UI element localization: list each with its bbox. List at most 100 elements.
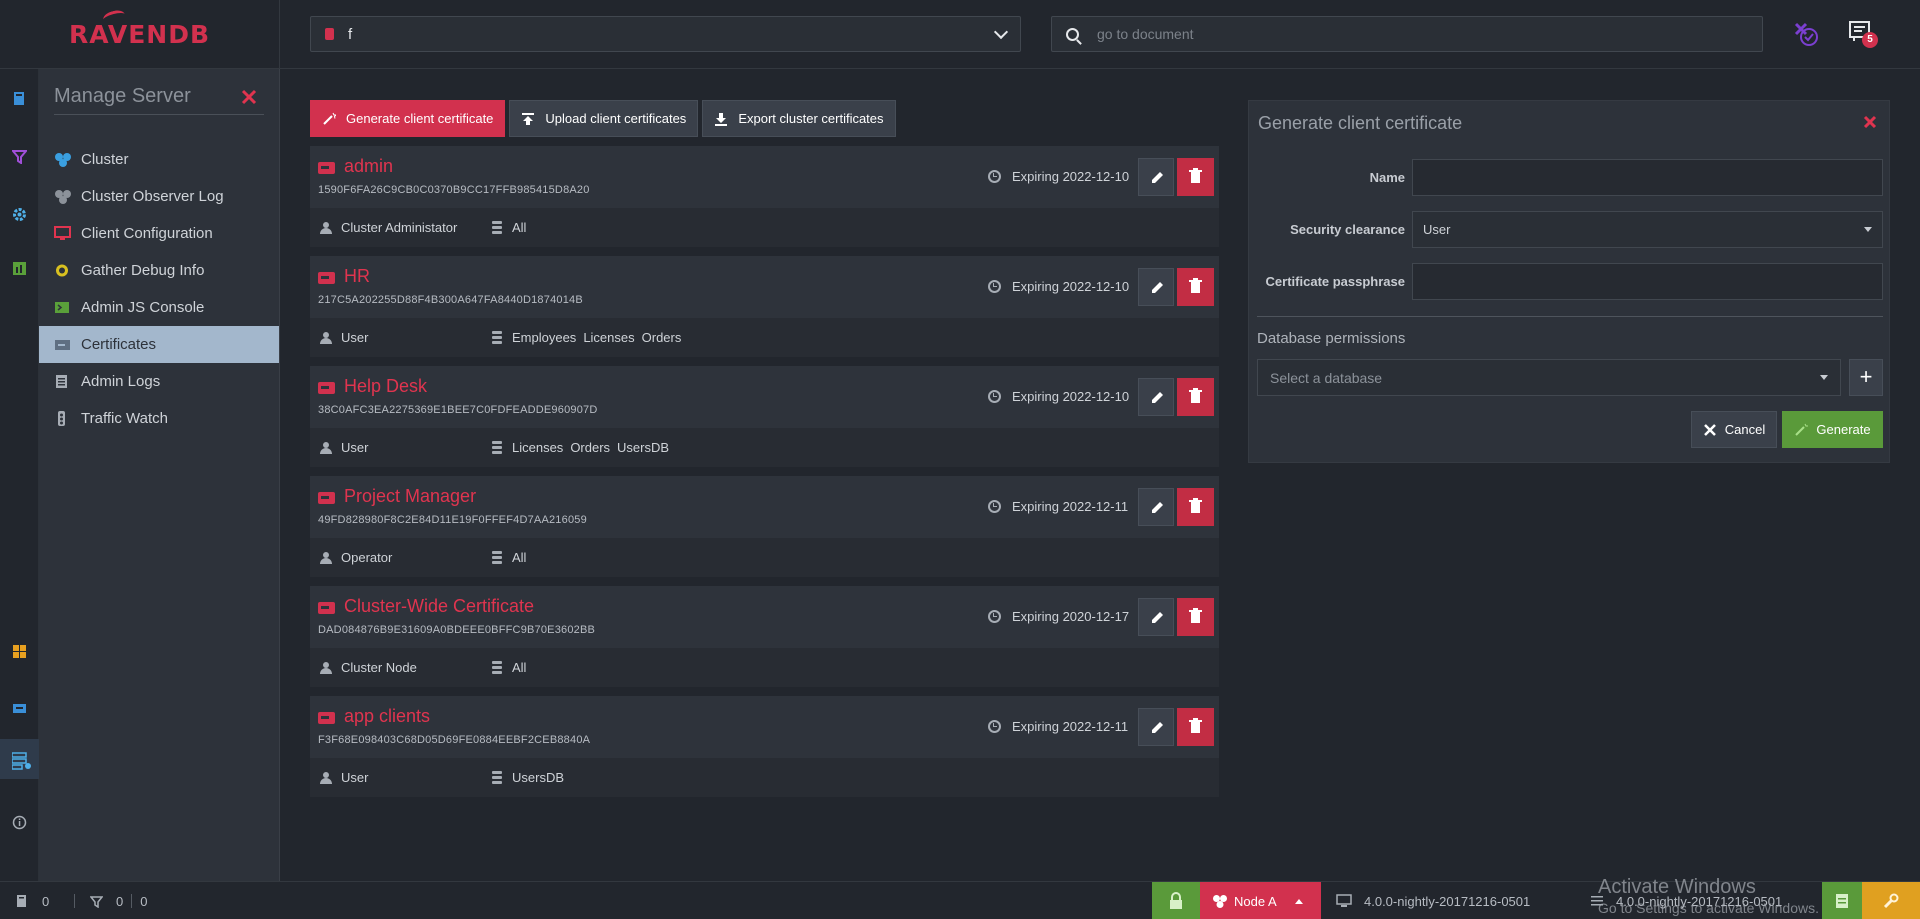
- certificate-passphrase-input[interactable]: [1412, 263, 1883, 300]
- node-selector[interactable]: Node A: [1200, 882, 1321, 919]
- certificate-icon: [318, 382, 335, 394]
- certificate-details: User Licenses Orders UsersDB: [310, 428, 1219, 467]
- delete-certificate-button[interactable]: [1177, 268, 1214, 306]
- edit-certificate-button[interactable]: [1138, 708, 1174, 746]
- certificate-name[interactable]: admin: [344, 156, 393, 177]
- certificate-name[interactable]: Cluster-Wide Certificate: [344, 596, 534, 617]
- status-docs[interactable]: 0: [16, 882, 49, 919]
- menu-item-certificates[interactable]: Certificates: [39, 326, 279, 363]
- caret-down-icon: [1864, 227, 1872, 232]
- certificate-row: Project Manager 49FD828980F8C2E84D11E19F0…: [310, 476, 1219, 577]
- edit-certificate-button[interactable]: [1138, 378, 1174, 416]
- database-selector[interactable]: f: [310, 16, 1021, 52]
- license-button[interactable]: [1822, 882, 1862, 919]
- about-server-icon[interactable]: [12, 701, 27, 716]
- generate-button[interactable]: Generate: [1782, 411, 1883, 448]
- certificate-expiry: Expiring 2022-12-10: [1012, 389, 1130, 404]
- manage-server-icon[interactable]: [11, 752, 31, 770]
- certificate-clearance: User: [341, 440, 369, 455]
- generate-client-certificate-button[interactable]: Generate client certificate: [310, 100, 506, 137]
- database-permission-tag: Employees: [512, 330, 577, 345]
- edit-certificate-button[interactable]: [1138, 158, 1174, 196]
- export-cluster-certificates-button[interactable]: Export cluster certificates: [702, 100, 896, 137]
- stats-icon[interactable]: [12, 261, 27, 276]
- delete-certificate-button[interactable]: [1177, 378, 1214, 416]
- download-icon: [714, 112, 728, 126]
- status-indexes[interactable]: 0 0: [90, 882, 147, 919]
- pencil-icon: [1152, 612, 1163, 623]
- menu-item-gather-debug-info[interactable]: Gather Debug Info: [39, 252, 279, 289]
- support-button[interactable]: [1862, 882, 1920, 919]
- name-input[interactable]: [1412, 159, 1883, 196]
- console-icon: [54, 300, 72, 315]
- trash-icon: [1189, 388, 1202, 403]
- certificate-header: admin 1590F6FA26C9CB0C0370B9CC17FFB985415…: [310, 146, 1219, 208]
- database-permission-tag: Licenses: [512, 440, 564, 455]
- delete-certificate-button[interactable]: [1177, 598, 1214, 636]
- menu-item-label: Client Configuration: [81, 225, 213, 242]
- info-icon[interactable]: [12, 815, 27, 830]
- security-clearance-select[interactable]: User: [1412, 211, 1883, 248]
- database-permission-tag: All: [512, 220, 527, 235]
- export-cluster-certificates-label: Export cluster certificates: [738, 111, 884, 126]
- menu-item-traffic-watch[interactable]: Traffic Watch: [39, 400, 279, 437]
- menu-item-admin-logs[interactable]: Admin Logs: [39, 363, 279, 400]
- edit-certificate-button[interactable]: [1138, 598, 1174, 636]
- certificate-row: admin 1590F6FA26C9CB0C0370B9CC17FFB985415…: [310, 146, 1219, 247]
- upload-client-certificates-button[interactable]: Upload client certificates: [509, 100, 699, 137]
- certificate-name[interactable]: Help Desk: [344, 376, 427, 397]
- traffic-icon: [54, 411, 72, 426]
- add-permission-button[interactable]: +: [1849, 359, 1883, 396]
- logo-text: RAVENDB: [68, 20, 211, 49]
- cancel-button[interactable]: Cancel: [1691, 411, 1777, 448]
- certificate-thumbprint: 38C0AFC3EA2275369E1BEE7C0FDFEADDE960907D: [318, 404, 598, 416]
- menu-item-label: Admin JS Console: [81, 299, 205, 316]
- close-icon[interactable]: [1861, 113, 1879, 131]
- settings-gear-icon[interactable]: [12, 207, 27, 222]
- certificate-name[interactable]: HR: [344, 266, 370, 287]
- delete-certificate-button[interactable]: [1177, 488, 1214, 526]
- database-icon: [492, 661, 502, 674]
- documents-icon[interactable]: [12, 91, 27, 106]
- delete-certificate-button[interactable]: [1177, 158, 1214, 196]
- caret-up-icon: [1294, 898, 1303, 904]
- database-icon: [492, 441, 502, 454]
- certificate-expiry: Expiring 2022-12-11: [1012, 499, 1129, 514]
- document-search-input[interactable]: [1097, 26, 1748, 42]
- menu-item-client-configuration[interactable]: Client Configuration: [39, 215, 279, 252]
- clock-icon: [988, 390, 1001, 403]
- panel-title: Generate client certificate: [1258, 113, 1463, 133]
- certificate-icon: [318, 712, 335, 724]
- notifications-icon[interactable]: 5: [1848, 20, 1878, 50]
- server-version[interactable]: 4.0.0-nightly-20171216-0501: [1336, 882, 1530, 919]
- indexes-icon[interactable]: [10, 149, 29, 165]
- generate-client-certificate-label: Generate client certificate: [346, 111, 494, 126]
- ravendb-logo[interactable]: RAVENDB: [68, 8, 211, 49]
- database-icon: [492, 771, 502, 784]
- certificate-name[interactable]: app clients: [344, 706, 430, 727]
- node-label: Node A: [1234, 893, 1277, 909]
- security-lock-button[interactable]: [1152, 882, 1200, 919]
- menu-item-label: Traffic Watch: [81, 410, 168, 427]
- database-permission-select[interactable]: Select a database: [1257, 359, 1841, 396]
- dashboard-icon[interactable]: [12, 644, 27, 659]
- generate-label: Generate: [1816, 422, 1871, 437]
- manage-server-menu: Manage Server Cluster Cluster Observer L…: [39, 69, 280, 881]
- menu-item-cluster[interactable]: Cluster: [39, 141, 279, 178]
- divider: [1257, 316, 1883, 317]
- clock-icon: [988, 720, 1001, 733]
- certificate-header: HR 217C5A202255D88F4B300A647FA8440D187401…: [310, 256, 1219, 318]
- certificate-expiry: Expiring 2022-12-10: [1012, 169, 1130, 184]
- database-permission-tag: Orders: [570, 440, 611, 455]
- menu-item-cluster-observer-log[interactable]: Cluster Observer Log: [39, 178, 279, 215]
- logo-area: RAVENDB: [0, 0, 280, 69]
- edit-certificate-button[interactable]: [1138, 268, 1174, 306]
- certificate-name[interactable]: Project Manager: [344, 486, 476, 507]
- delete-certificate-button[interactable]: [1177, 708, 1214, 746]
- certificate-icon: [318, 162, 335, 174]
- ongoing-tasks-icon[interactable]: [1792, 20, 1820, 48]
- edit-certificate-button[interactable]: [1138, 488, 1174, 526]
- menu-item-admin-js-console[interactable]: Admin JS Console: [39, 289, 279, 326]
- close-icon[interactable]: [239, 87, 259, 107]
- cluster-icon: [54, 152, 72, 167]
